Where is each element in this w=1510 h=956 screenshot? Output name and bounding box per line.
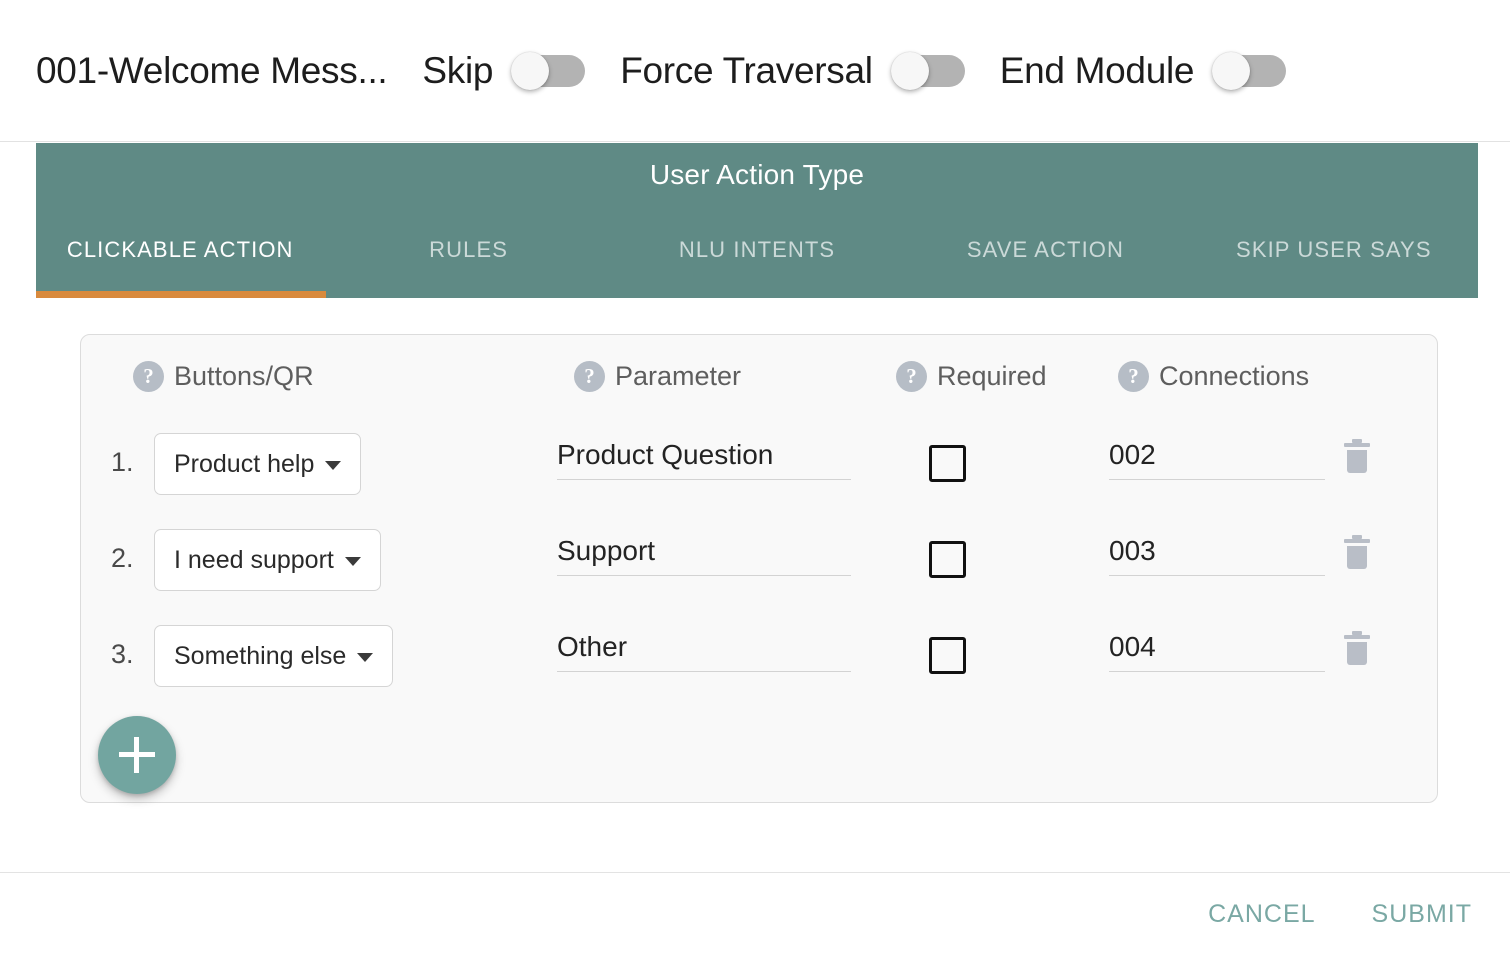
column-header-parameter: ? Parameter [574,361,741,392]
trash-lid [1344,635,1370,639]
toggle-end-module-label: End Module [999,49,1195,91]
toggle-force-traversal-label: Force Traversal [620,49,873,91]
input-underline [557,575,851,576]
input-underline [557,479,851,480]
column-header-label: Parameter [615,361,742,391]
connection-input[interactable]: 002 [1109,435,1325,480]
plus-icon-vertical [134,737,139,773]
parameter-input[interactable]: Other [557,627,851,672]
button-label-value: Something else [174,641,347,670]
clickable-action-panel: ? Buttons/QR ? Parameter ? Required ? Co… [80,334,1438,803]
column-header-label: Buttons/QR [174,361,314,391]
delete-row-icon[interactable] [1344,439,1370,473]
toggle-skip-label: Skip [422,49,494,91]
connection-value: 002 [1109,439,1156,470]
input-underline [557,671,851,672]
delete-row-icon[interactable] [1344,631,1370,665]
input-underline [1109,575,1325,576]
input-underline [1109,671,1325,672]
toggle-force-traversal-knob [890,51,929,90]
trash-body [1347,642,1367,665]
row-index: 3. [111,639,134,669]
button-label-dropdown[interactable]: I need support [154,529,381,591]
table-header-row: ? Buttons/QR ? Parameter ? Required ? Co… [81,361,1437,421]
tab-clickable-action[interactable]: CLICKABLE ACTION [36,237,324,267]
toggle-skip-knob [511,51,550,90]
toggle-force-traversal-group: Force Traversal [620,50,965,92]
action-type-tablist: CLICKABLE ACTION RULES NLU INTENTS SAVE … [36,206,1478,298]
required-checkbox[interactable] [929,541,966,578]
toggle-skip-group: Skip [422,49,586,92]
tab-rules[interactable]: RULES [324,237,612,267]
column-header-label: Connections [1159,361,1310,391]
parameter-value: Product Question [557,439,774,470]
column-header-label: Required [937,361,1047,391]
column-header-buttons-qr: ? Buttons/QR [133,361,314,392]
parameter-value: Support [557,535,656,566]
add-row-button[interactable] [98,716,176,794]
parameter-input[interactable]: Product Question [557,435,851,480]
toggle-end-module-group: End Module [999,49,1287,92]
module-header-bar: 001-Welcome Mess... Skip Force Traversal… [0,0,1510,142]
button-label-dropdown[interactable]: Product help [154,433,362,495]
dialog-footer: CANCEL SUBMIT [0,873,1510,956]
trash-body [1347,450,1367,473]
connection-input[interactable]: 003 [1109,531,1325,576]
chevron-down-icon [344,557,361,566]
button-label-value: Product help [174,449,315,478]
module-title: 001-Welcome Mess... [36,49,388,91]
user-action-type-header: User Action Type CLICKABLE ACTION RULES … [36,143,1478,298]
parameter-input[interactable]: Support [557,531,851,576]
help-icon[interactable]: ? [1118,361,1149,392]
table-row: 3. Something else Other 004 [81,613,1437,709]
button-label-value: I need support [174,545,334,574]
tab-save-action[interactable]: SAVE ACTION [901,237,1189,267]
button-label-dropdown[interactable]: Something else [154,625,394,687]
toggle-force-traversal-switch[interactable] [890,51,965,90]
parameter-value: Other [557,631,628,662]
table-row: 2. I need support Support 003 [81,517,1437,613]
row-index: 2. [111,543,134,573]
toggle-skip-switch[interactable] [511,51,586,90]
connection-value: 003 [1109,535,1156,566]
column-header-required: ? Required [896,361,1047,392]
toggle-end-module-knob [1212,51,1251,90]
help-icon[interactable]: ? [574,361,605,392]
delete-row-icon[interactable] [1344,535,1370,569]
help-icon[interactable]: ? [133,361,164,392]
row-index: 1. [111,447,134,477]
clickable-action-table: ? Buttons/QR ? Parameter ? Required ? Co… [81,335,1437,709]
required-checkbox[interactable] [929,445,966,482]
user-action-type-dialog: 001-Welcome Mess... Skip Force Traversal… [0,0,1510,956]
input-underline [1109,479,1325,480]
trash-lid [1344,443,1370,447]
tab-nlu-intents[interactable]: NLU INTENTS [613,237,901,267]
user-action-type-title: User Action Type [649,159,865,190]
connection-input[interactable]: 004 [1109,627,1325,672]
chevron-down-icon [325,461,342,470]
submit-button[interactable]: SUBMIT [1372,900,1472,929]
chevron-down-icon [357,653,374,662]
active-tab-indicator [36,291,326,298]
trash-body [1347,546,1367,569]
toggle-end-module-switch[interactable] [1212,51,1287,90]
tab-skip-user-says[interactable]: SKIP USER SAYS [1190,237,1478,267]
trash-lid [1344,539,1370,543]
required-checkbox[interactable] [929,637,966,674]
connection-value: 004 [1109,631,1156,662]
help-icon[interactable]: ? [896,361,927,392]
cancel-button[interactable]: CANCEL [1208,900,1315,929]
column-header-connections: ? Connections [1118,361,1309,392]
table-row: 1. Product help Product Question 002 [81,421,1437,517]
